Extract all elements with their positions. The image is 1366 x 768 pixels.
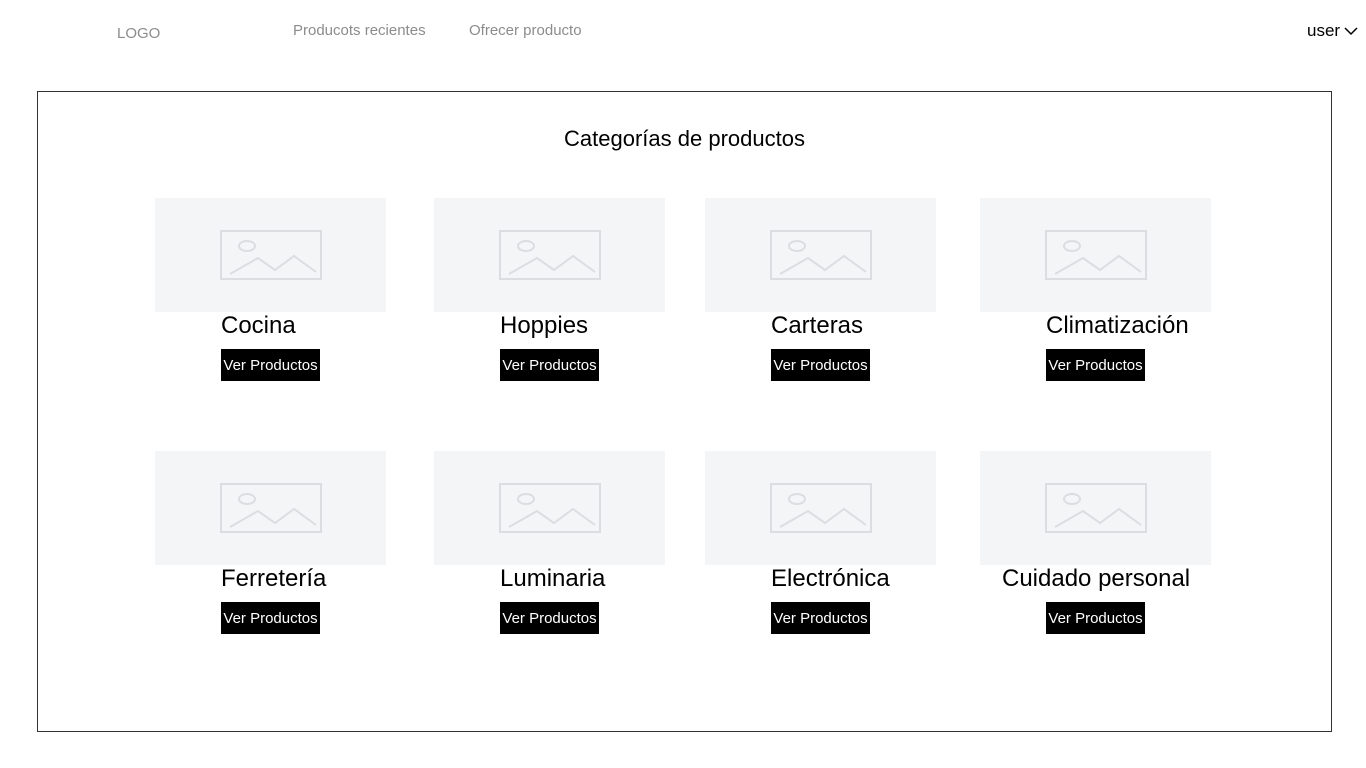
- view-products-button[interactable]: Ver Productos: [500, 349, 599, 381]
- category-image: [980, 198, 1211, 312]
- view-products-button[interactable]: Ver Productos: [500, 602, 599, 634]
- category-image: [155, 198, 386, 312]
- categories-panel: Categorías de productos Cocina Ver Produ…: [37, 91, 1332, 732]
- image-placeholder-icon: [498, 483, 601, 533]
- view-products-button[interactable]: Ver Productos: [221, 349, 320, 381]
- nav-link-offer-product[interactable]: Ofrecer producto: [469, 22, 582, 39]
- category-name: Electrónica: [771, 565, 890, 592]
- category-image: [155, 451, 386, 565]
- page-title: Categorías de productos: [564, 126, 805, 151]
- image-placeholder-icon: [769, 483, 872, 533]
- category-name: Cuidado personal: [1002, 565, 1191, 592]
- image-placeholder-icon: [1044, 483, 1147, 533]
- user-label: user: [1307, 21, 1341, 40]
- user-menu[interactable]: user: [1307, 21, 1358, 41]
- view-products-button[interactable]: Ver Productos: [1046, 349, 1145, 381]
- view-products-button[interactable]: Ver Productos: [221, 602, 320, 634]
- category-image: [705, 198, 936, 312]
- category-image: [705, 451, 936, 565]
- category-name: Ferretería: [221, 565, 327, 592]
- view-products-button[interactable]: Ver Productos: [771, 349, 870, 381]
- chevron-down-icon: [1344, 27, 1358, 36]
- page: LOGO Producots recientes Ofrecer product…: [0, 0, 1366, 768]
- view-products-button[interactable]: Ver Productos: [771, 602, 870, 634]
- nav-link-recent-products[interactable]: Producots recientes: [293, 22, 426, 39]
- category-card: Cocina Ver Productos: [155, 198, 386, 381]
- category-name: Climatización: [1046, 312, 1189, 339]
- category-card: Luminaria Ver Productos: [434, 451, 665, 634]
- category-card: Cuidado personal Ver Productos: [980, 451, 1211, 634]
- category-card: Electrónica Ver Productos: [705, 451, 936, 634]
- category-card: Climatización Ver Productos: [980, 198, 1211, 381]
- image-placeholder-icon: [219, 483, 322, 533]
- category-name: Luminaria: [500, 565, 606, 592]
- category-image: [434, 198, 665, 312]
- category-image: [980, 451, 1211, 565]
- image-placeholder-icon: [498, 230, 601, 280]
- image-placeholder-icon: [1044, 230, 1147, 280]
- logo[interactable]: LOGO: [117, 25, 160, 42]
- category-card: Ferretería Ver Productos: [155, 451, 386, 634]
- view-products-button[interactable]: Ver Productos: [1046, 602, 1145, 634]
- image-placeholder-icon: [769, 230, 872, 280]
- category-card: Hoppies Ver Productos: [434, 198, 665, 381]
- category-name: Hoppies: [500, 312, 589, 339]
- category-name: Carteras: [771, 312, 864, 339]
- image-placeholder-icon: [219, 230, 322, 280]
- category-image: [434, 451, 665, 565]
- category-name: Cocina: [221, 312, 296, 339]
- category-card: Carteras Ver Productos: [705, 198, 936, 381]
